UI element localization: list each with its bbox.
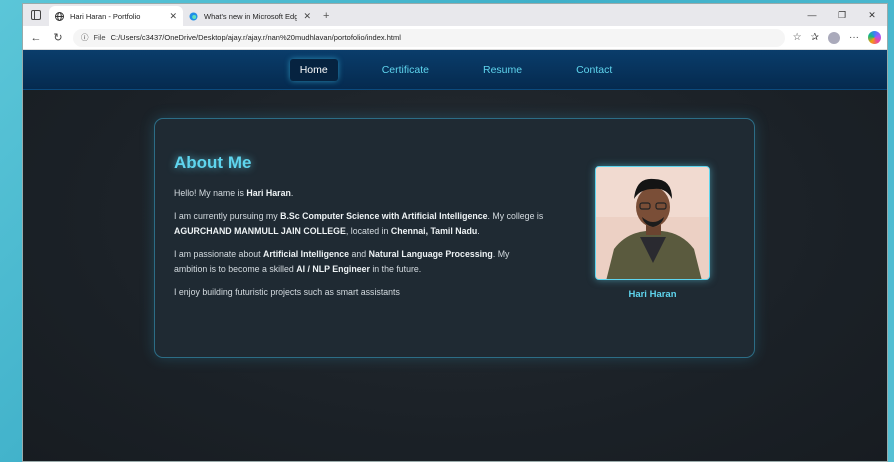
window-controls: — ❐ ✕ [797,4,887,26]
about-heading: About Me [174,153,252,172]
minimize-icon[interactable]: — [797,4,827,26]
profile-photo [595,166,710,280]
about-section: About Me Hello! My name is Hari Haran. I… [174,153,544,308]
profile-name: Hari Haran [628,289,677,300]
favorites-icon[interactable]: ✰ [811,32,819,43]
new-tab-button[interactable]: + [317,6,335,26]
tab-strip: Hari Haran - Portfolio ✕ What's new in M… [23,4,887,26]
about-paragraph-2: I am currently pursuing my B.Sc Computer… [174,211,544,236]
nav-resume[interactable]: Resume [473,59,532,81]
copilot-icon[interactable] [868,31,881,44]
about-card: About Me Hello! My name is Hari Haran. I… [154,118,755,358]
info-icon[interactable]: ⓘ [81,32,89,43]
tab-title: Hari Haran - Portfolio [70,11,141,21]
nav-contact[interactable]: Contact [566,59,622,81]
about-paragraph-1: Hello! My name is Hari Haran. [174,188,294,198]
edge-logo-icon [189,12,198,20]
nav-certificate[interactable]: Certificate [372,59,439,81]
browser-window: Hari Haran - Portfolio ✕ What's new in M… [22,3,888,462]
more-icon[interactable]: ··· [849,32,859,43]
about-paragraph-4: I enjoy building futuristic projects suc… [174,287,400,297]
tab-title: What's new in Microsoft Edge [204,11,298,21]
favorite-star-icon[interactable]: ☆ [793,32,802,43]
close-tab-icon[interactable]: ✕ [303,11,311,22]
scheme-label: File [93,33,106,42]
page-viewport: Home Certificate Resume Contact About Me… [23,50,887,461]
window-menu-icon[interactable] [23,4,49,26]
tab-portfolio[interactable]: Hari Haran - Portfolio ✕ [49,6,183,26]
nav-home[interactable]: Home [289,58,338,81]
profile-icon[interactable] [828,31,840,44]
back-arrow-icon[interactable]: ← [29,31,43,45]
url-text[interactable]: C:/Users/c3437/OneDrive/Desktop/ajay.r/a… [111,33,401,42]
toolbar: ☆ ✰ ··· [793,31,881,44]
about-paragraph-3: I am passionate about Artificial Intelli… [174,249,510,274]
address-bar[interactable]: ⓘ File C:/Users/c3437/OneDrive/Desktop/a… [73,28,785,47]
site-nav: Home Certificate Resume Contact [23,50,887,90]
close-window-icon[interactable]: ✕ [857,4,887,26]
restore-icon[interactable]: ❐ [827,4,857,26]
globe-icon [55,11,64,21]
refresh-icon[interactable]: ↻ [51,31,65,45]
profile-block: Hari Haran [595,166,710,300]
close-tab-icon[interactable]: ✕ [169,11,177,22]
tab-edge-news[interactable]: What's new in Microsoft Edge ✕ [183,6,317,26]
address-bar-row: ← ↻ ⓘ File C:/Users/c3437/OneDrive/Deskt… [23,26,887,50]
